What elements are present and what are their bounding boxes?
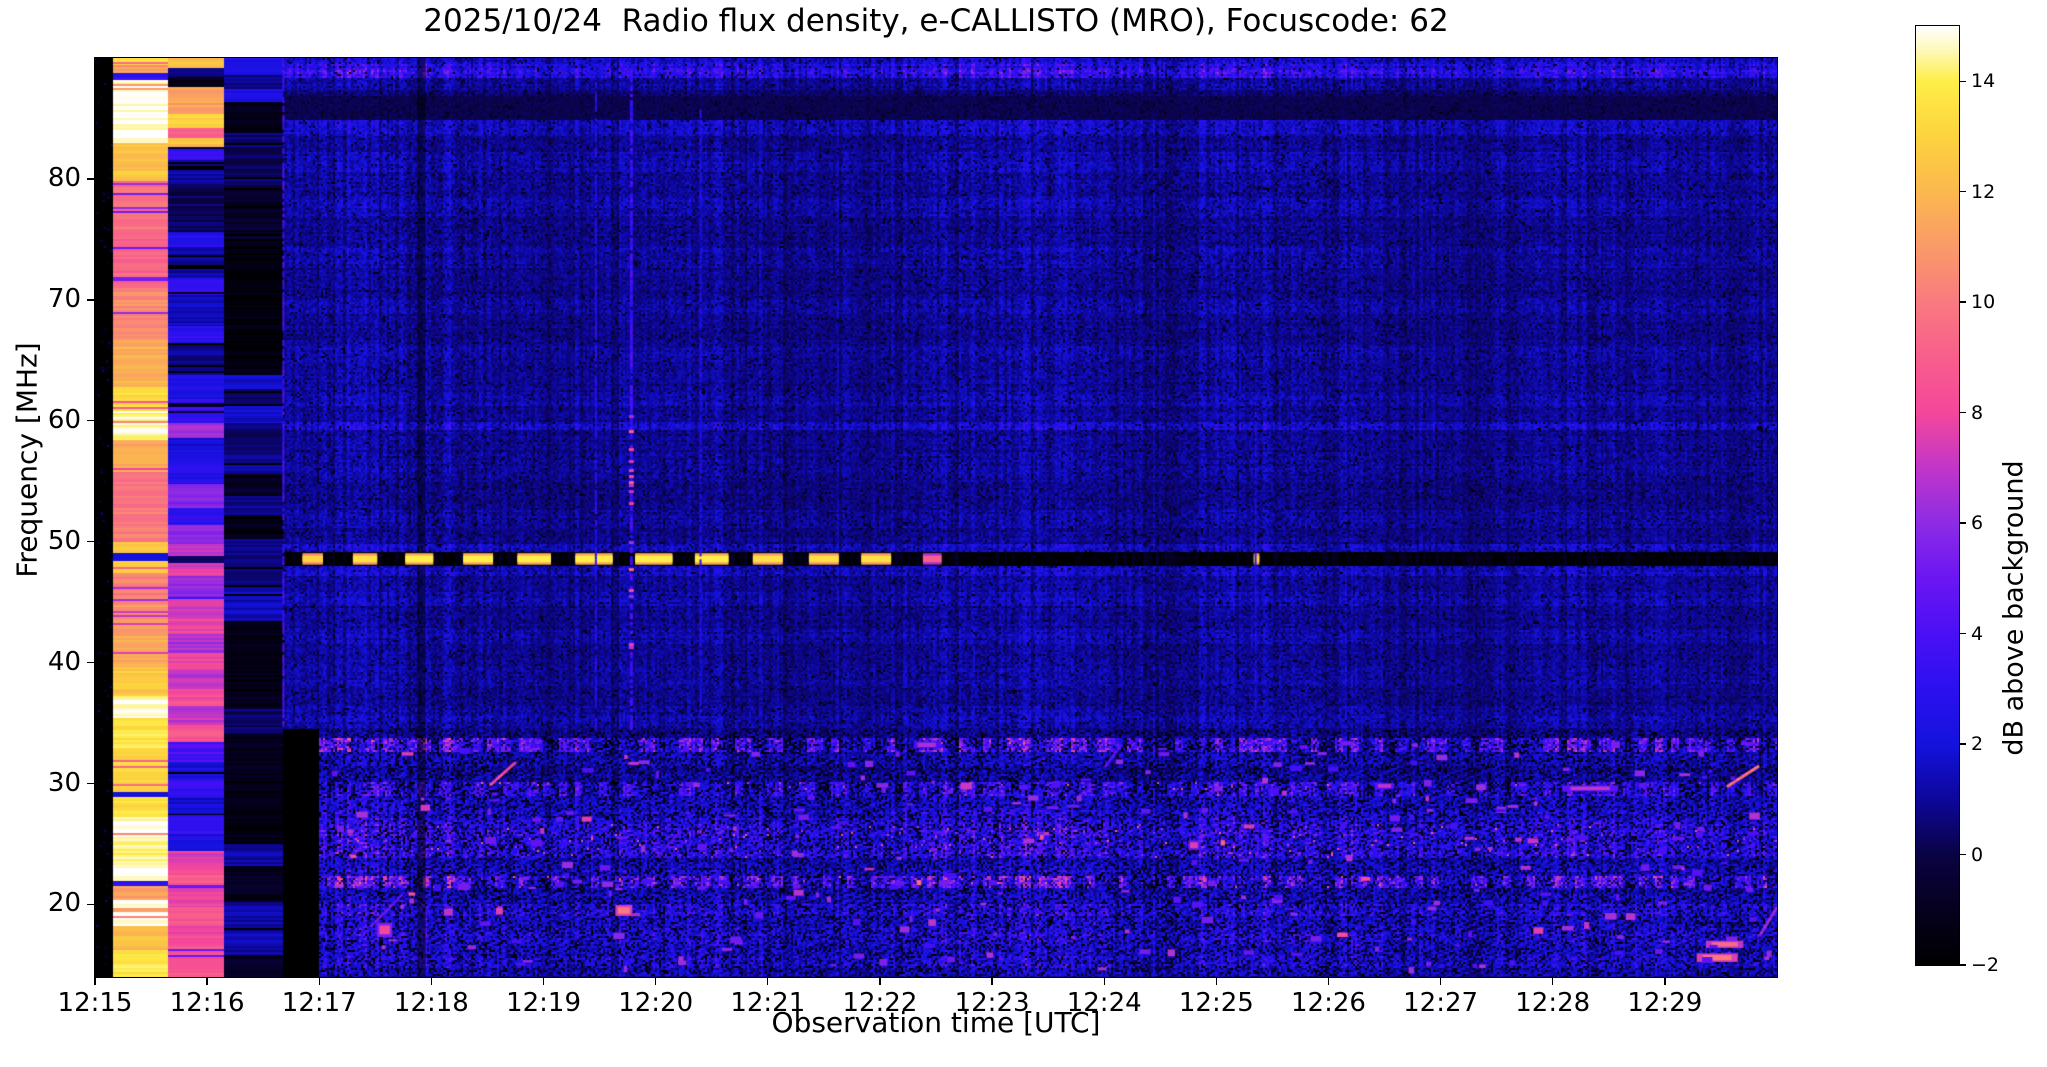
x-tick-mark	[1327, 977, 1330, 985]
x-tick-mark	[1439, 977, 1442, 985]
spectrogram-canvas	[95, 58, 1777, 977]
spectrogram-figure: 2025/10/24 Radio flux density, e-CALLIST…	[0, 0, 2047, 1067]
colorbar-tick-mark	[1959, 522, 1966, 524]
x-tick-mark	[1664, 977, 1666, 985]
colorbar	[1915, 25, 1960, 966]
y-tick-mark	[87, 299, 95, 301]
colorbar-tick-mark	[1959, 80, 1966, 82]
x-tick-mark	[206, 977, 208, 985]
colorbar-tick-label: 12	[1971, 180, 1996, 203]
y-tick-mark	[87, 661, 95, 664]
y-tick-label: 30	[47, 767, 81, 798]
x-tick-mark	[767, 977, 769, 985]
colorbar-tick-label: 0	[1971, 843, 1984, 866]
plot-title: 2025/10/24 Radio flux density, e-CALLIST…	[423, 3, 1449, 39]
y-tick-mark	[87, 903, 95, 906]
y-tick-label: 20	[47, 888, 81, 919]
colorbar-gradient	[1916, 26, 1959, 965]
x-tick-mark	[430, 977, 433, 985]
x-tick-mark	[542, 977, 545, 985]
y-tick-label: 70	[47, 283, 81, 314]
x-tick-mark	[94, 977, 96, 985]
colorbar-tick-label: 14	[1971, 70, 1996, 93]
y-tick-label: 40	[47, 646, 81, 677]
colorbar-tick-mark	[1959, 632, 1966, 635]
colorbar-tick-mark	[1959, 964, 1966, 966]
colorbar-tick-label: 8	[1971, 401, 1984, 424]
x-tick-mark	[991, 977, 993, 985]
colorbar-label: dB above background	[1998, 460, 2030, 756]
x-tick-mark	[1552, 977, 1554, 985]
y-tick-mark	[87, 540, 95, 543]
colorbar-tick-mark	[1959, 743, 1966, 745]
y-tick-label: 60	[47, 404, 81, 435]
y-tick-mark	[87, 782, 95, 785]
x-tick-mark	[1103, 977, 1105, 985]
x-axis-label: Observation time [UTC]	[771, 1006, 1101, 1039]
y-tick-label: 50	[47, 525, 81, 556]
colorbar-tick-mark	[1959, 411, 1966, 414]
x-tick-mark	[1215, 977, 1218, 985]
y-tick-mark	[87, 420, 95, 422]
x-tick-mark	[879, 977, 881, 985]
colorbar-tick-label: 10	[1971, 291, 1996, 314]
y-tick-label: 80	[47, 162, 81, 193]
x-tick-mark	[318, 977, 320, 985]
colorbar-tick-mark	[1959, 301, 1966, 303]
colorbar-tick-mark	[1959, 191, 1966, 193]
x-tick-mark	[654, 977, 657, 985]
y-tick-mark	[87, 178, 95, 180]
colorbar-tick-label: −2	[1971, 954, 2000, 976]
plot-area	[94, 57, 1778, 978]
colorbar-tick-mark	[1959, 853, 1966, 856]
